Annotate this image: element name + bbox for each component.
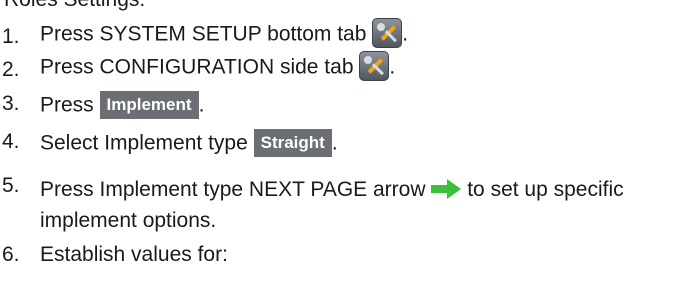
step-text: Press Implement type NEXT PAGE arrow (40, 178, 426, 201)
wrench-screwdriver-icon (359, 51, 390, 81)
implement-button: Implement (99, 91, 199, 119)
list-item: 3. Press Implement. (0, 86, 680, 122)
straight-button: Straight (253, 129, 332, 157)
step-number: 3. (2, 92, 20, 115)
list-item: 4. Select Implement type Straight. (0, 122, 680, 160)
step-number: 5. (2, 174, 20, 197)
section-heading: Roles Settings: (4, 0, 145, 12)
step-text-end: . (402, 22, 409, 46)
step-number: 4. (2, 130, 20, 153)
step-text-end: . (331, 131, 338, 155)
step-number: 6. (2, 243, 20, 266)
step-text: Press (40, 93, 94, 117)
list-item: 5. Press Implement type NEXT PAGE arrow … (0, 160, 680, 232)
wrench-screwdriver-icon (372, 18, 403, 48)
step-text: Press CONFIGURATION side tab (40, 55, 354, 79)
green-right-arrow-icon (431, 179, 462, 200)
step-text-end: . (389, 55, 396, 79)
step-number: 2. (2, 58, 20, 81)
step-text: Press SYSTEM SETUP bottom tab (40, 22, 367, 46)
step-text: Establish values for: (40, 243, 228, 266)
list-item: 1. Press SYSTEM SETUP bottom tab . (0, 16, 680, 50)
instruction-list: 1. Press SYSTEM SETUP bottom tab . 2. Pr… (0, 16, 680, 266)
list-item: 6. Establish values for: (0, 230, 680, 266)
step-text-end: . (198, 93, 205, 117)
list-item: 2. Press CONFIGURATION side tab . (0, 50, 680, 86)
step-number: 1. (2, 25, 20, 48)
step-text: Select Implement type (40, 131, 248, 155)
